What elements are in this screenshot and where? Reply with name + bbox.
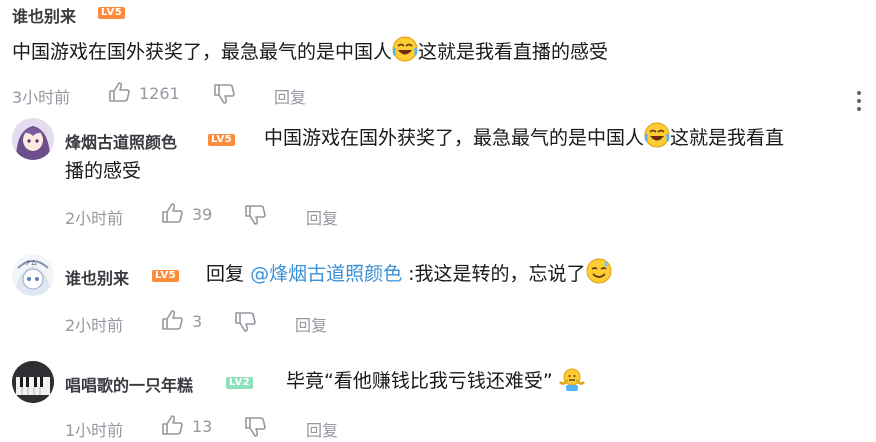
main-comment-text: 中国游戏在国外获奖了，最急最气的是中国人 这就是我看直播的感受 xyxy=(12,36,608,69)
avatar[interactable] xyxy=(12,118,54,160)
thumbs-up-icon[interactable] xyxy=(161,309,185,331)
thumbs-down-icon[interactable] xyxy=(213,83,237,105)
avatar[interactable]: ナム xyxy=(12,254,54,296)
thumbs-down-icon[interactable] xyxy=(234,311,258,333)
reply-text-line1: 中国游戏在国外获奖了，最急最气的是中国人 这就是我看直 xyxy=(264,122,784,155)
comment-timestamp: 2小时前 xyxy=(65,209,124,228)
shrug-emoji-icon xyxy=(558,368,585,391)
reply-text: 回复 @烽烟古道照颜色 :我这是转的，忘说了 xyxy=(206,258,612,291)
comment-text-part: :我这是转的，忘说了 xyxy=(408,263,586,285)
reply-username[interactable]: 唱唱歌的一只年糕 xyxy=(65,372,193,396)
like-count: 13 xyxy=(192,417,213,436)
level-badge: LV5 xyxy=(208,134,236,146)
mention-link[interactable]: @烽烟古道照颜色 xyxy=(250,263,402,285)
sweat-smile-emoji-icon xyxy=(586,258,612,284)
like-count: 3 xyxy=(192,312,203,331)
laughing-crying-emoji-icon xyxy=(644,122,670,148)
thumbs-up-icon[interactable] xyxy=(161,414,185,436)
level-badge: LV5 xyxy=(152,270,180,282)
main-comment-username[interactable]: 谁也别来 xyxy=(12,3,76,27)
laughing-crying-emoji-icon xyxy=(392,36,418,62)
thumbs-up-icon[interactable] xyxy=(108,81,132,103)
reply-button[interactable]: 回复 xyxy=(306,417,338,441)
more-options-icon[interactable] xyxy=(857,91,863,115)
comment-timestamp: 1小时前 xyxy=(65,421,124,440)
reply-text-line2: 播的感受 xyxy=(65,160,142,182)
svg-text:ナム: ナム xyxy=(25,260,37,267)
like-count: 1261 xyxy=(139,84,180,103)
comment-text-part: 这就是我看直 xyxy=(670,127,785,149)
comment-text-part: 这就是我看直播的感受 xyxy=(418,41,609,63)
reply-text: 毕竟“看他赚钱比我亏钱还难受” xyxy=(286,365,585,398)
like-count: 39 xyxy=(192,205,213,224)
thumbs-down-icon[interactable] xyxy=(244,204,268,226)
reply-button[interactable]: 回复 xyxy=(274,84,306,108)
thumbs-down-icon[interactable] xyxy=(244,416,268,438)
comment-text-part: 中国游戏在国外获奖了，最急最气的是中国人 xyxy=(264,127,645,149)
thumbs-up-icon[interactable] xyxy=(161,202,185,224)
comment-text-part: 毕竟“看他赚钱比我亏钱还难受” xyxy=(286,370,553,392)
level-badge: LV2 xyxy=(226,377,254,389)
reply-button[interactable]: 回复 xyxy=(295,312,327,336)
avatar[interactable] xyxy=(12,361,54,403)
reply-button[interactable]: 回复 xyxy=(306,205,338,229)
reply-username[interactable]: 烽烟古道照颜色 xyxy=(65,129,177,153)
level-badge: LV5 xyxy=(98,7,126,19)
reply-username[interactable]: 谁也别来 xyxy=(65,265,129,289)
reply-prefix: 回复 xyxy=(206,263,245,285)
comment-timestamp: 3小时前 xyxy=(12,88,71,107)
comment-timestamp: 2小时前 xyxy=(65,316,124,335)
comment-text-part: 中国游戏在国外获奖了，最急最气的是中国人 xyxy=(12,41,393,63)
